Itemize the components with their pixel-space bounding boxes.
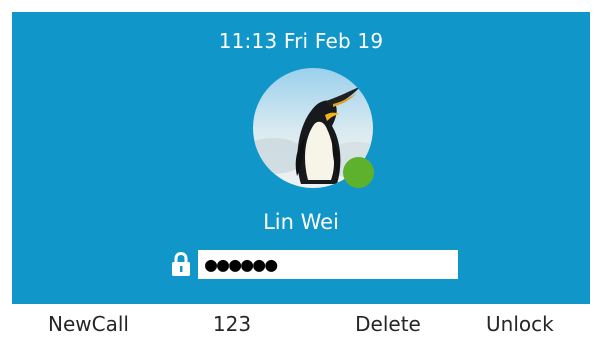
phone-lock-screen: 11:13 Fri Feb 19 Lin Wei ●●●●●●: [12, 12, 590, 304]
password-field[interactable]: ●●●●●●: [198, 250, 458, 279]
newcall-softkey[interactable]: NewCall: [0, 304, 162, 345]
delete-softkey[interactable]: Delete: [302, 304, 474, 345]
status-clock: 11:13 Fri Feb 19: [218, 29, 384, 53]
account-name: Lin Wei: [263, 210, 339, 234]
input-mode-softkey[interactable]: 123: [162, 304, 302, 345]
unlock-softkey[interactable]: Unlock: [474, 304, 601, 345]
presence-status-dot: [343, 157, 374, 188]
softkey-bar: NewCall 123 Delete Unlock: [0, 304, 601, 345]
lock-icon: [170, 251, 192, 278]
